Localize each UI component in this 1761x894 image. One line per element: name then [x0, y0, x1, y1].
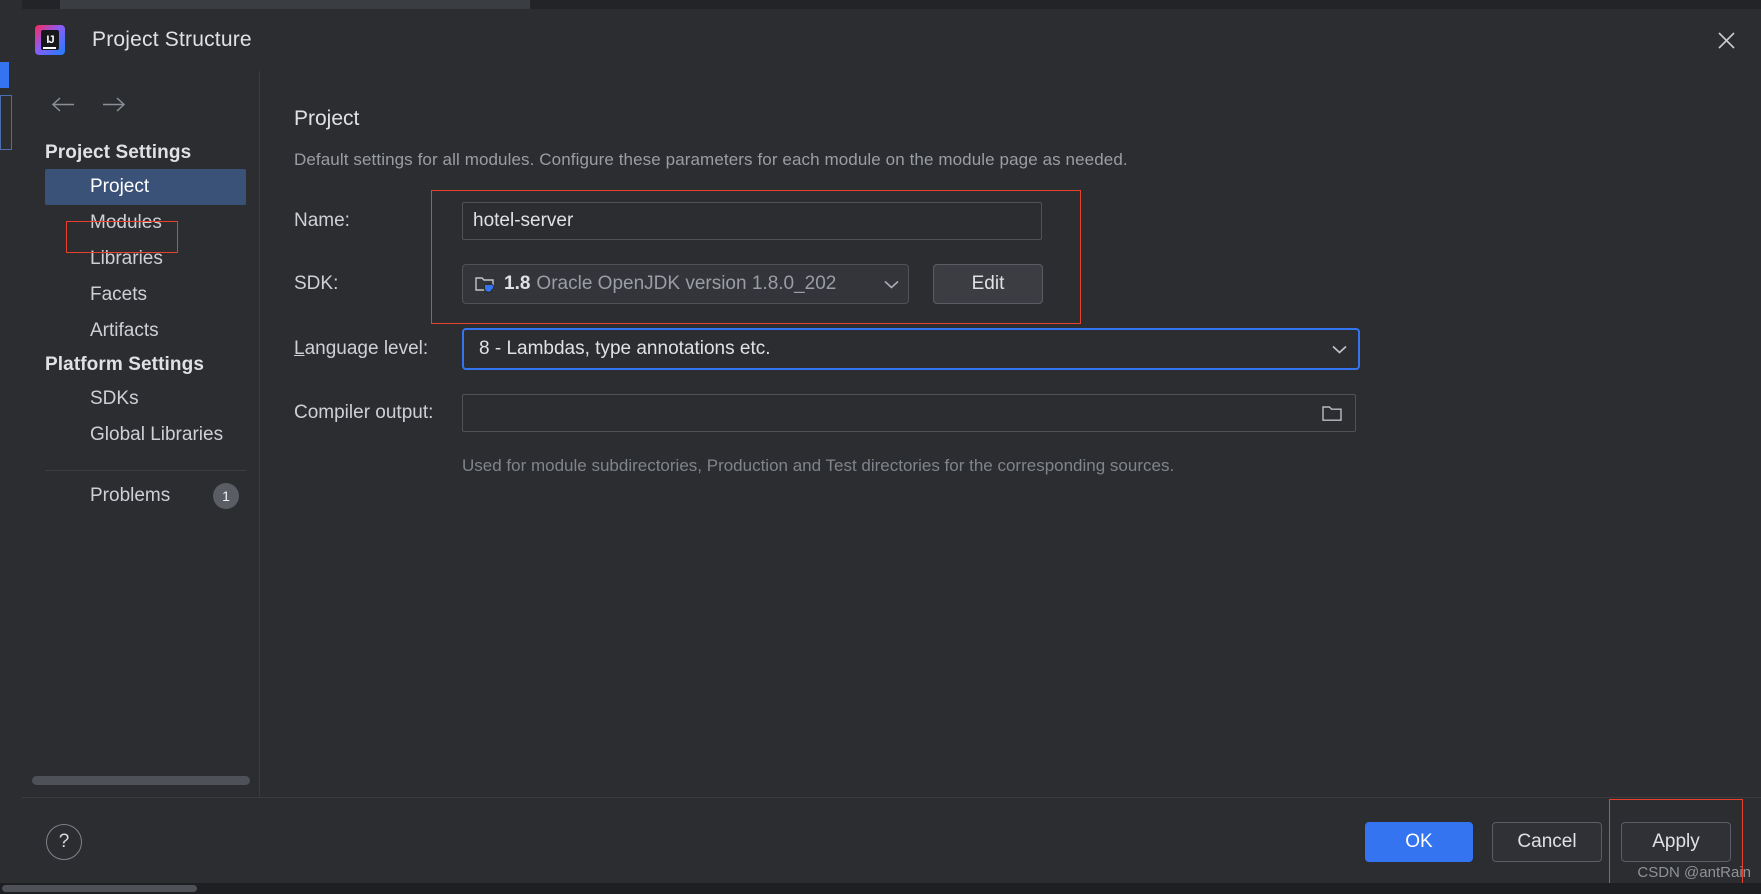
project-form: Name: hotel-server SDK: 1.8 Oracle OpenJ…	[294, 190, 1761, 476]
sidebar-item-project[interactable]: Project	[45, 169, 246, 205]
intellij-logo-icon: IJ	[35, 25, 65, 55]
cancel-button[interactable]: Cancel	[1492, 821, 1602, 862]
sidebar-item-global-libraries[interactable]: Global Libraries	[22, 417, 259, 453]
sdk-description: Oracle OpenJDK version 1.8.0_202	[536, 273, 837, 294]
sidebar-item-modules[interactable]: Modules	[22, 205, 259, 241]
nav-group-project-settings: Project Settings	[45, 142, 192, 163]
language-level-label-rest: anguage level:	[304, 338, 429, 359]
sidebar-item-artifacts[interactable]: Artifacts	[22, 313, 259, 349]
sidebar-item-sdks[interactable]: SDKs	[22, 381, 259, 417]
name-input-value: hotel-server	[473, 210, 574, 231]
scrollbar-thumb[interactable]	[2, 885, 197, 892]
name-input[interactable]: hotel-server	[462, 202, 1042, 240]
dialog-title: Project Structure	[92, 28, 252, 51]
navigation-arrows	[22, 71, 259, 117]
sdk-version: 1.8	[504, 273, 531, 294]
sidebar-item-libraries[interactable]: Libraries	[22, 241, 259, 277]
close-icon[interactable]	[1709, 23, 1743, 57]
compiler-output-label: Compiler output:	[294, 402, 434, 423]
scrollbar-thumb[interactable]	[32, 776, 250, 785]
dialog-footer: ? OK Cancel Apply CSDN @antRain	[22, 797, 1761, 885]
ok-button[interactable]: OK	[1365, 821, 1473, 862]
language-level-dropdown[interactable]: 8 - Lambdas, type annotations etc.	[462, 328, 1360, 370]
folder-icon[interactable]	[1317, 399, 1347, 427]
footer-actions: OK Cancel Apply	[1365, 798, 1743, 884]
page-description: Default settings for all modules. Config…	[294, 150, 1128, 169]
form-row-name: Name: hotel-server	[294, 202, 1761, 240]
editor-accent-bar	[0, 62, 9, 88]
watermark: CSDN @antRain	[1637, 864, 1751, 881]
sidebar-item-problems[interactable]: Problems 1	[22, 471, 259, 509]
chevron-down-icon[interactable]	[1331, 344, 1348, 355]
compiler-output-hint: Used for module subdirectories, Producti…	[462, 456, 1175, 475]
edit-sdk-button[interactable]: Edit	[933, 264, 1043, 304]
settings-sidebar: Project Settings Project Modules Librari…	[22, 71, 260, 797]
dialog-body: Project Settings Project Modules Librari…	[22, 71, 1761, 797]
screen: IJ Project Structure Project Settings Pr…	[0, 0, 1761, 894]
problems-count-badge: 1	[213, 483, 239, 509]
form-row-sdk: SDK: 1.8 Oracle OpenJDK version 1.8.0_20…	[294, 264, 1761, 304]
sidebar-horizontal-scrollbar[interactable]	[32, 776, 250, 785]
problems-label: Problems	[90, 485, 171, 506]
logo-mark: IJ	[46, 34, 54, 46]
editor-side-badge	[0, 95, 12, 150]
arrow-right-icon[interactable]	[100, 91, 126, 117]
nav-group-platform-settings: Platform Settings	[45, 354, 204, 375]
desktop-top-sliver	[60, 0, 530, 9]
compiler-output-input[interactable]	[462, 394, 1356, 432]
help-icon[interactable]: ?	[46, 823, 82, 860]
dialog-titlebar: IJ Project Structure	[22, 9, 1761, 71]
chevron-down-icon[interactable]	[883, 279, 900, 290]
arrow-left-icon[interactable]	[50, 91, 76, 117]
name-label: Name:	[294, 210, 350, 231]
form-row-language-level: Language level: 8 - Lambdas, type annota…	[294, 328, 1761, 370]
sdk-label: SDK:	[294, 273, 339, 294]
page-title: Project	[294, 107, 360, 130]
sdk-dropdown[interactable]: 1.8 Oracle OpenJDK version 1.8.0_202	[462, 264, 909, 304]
jdk-folder-icon	[475, 274, 497, 294]
sidebar-item-facets[interactable]: Facets	[22, 277, 259, 313]
settings-nav-list: Project Settings Project Modules Librari…	[22, 137, 259, 509]
apply-button[interactable]: Apply	[1621, 821, 1731, 862]
language-level-mnemonic: L	[294, 338, 305, 359]
logo-underline	[43, 47, 56, 49]
project-structure-dialog: IJ Project Structure Project Settings Pr…	[22, 9, 1761, 885]
form-row-compiler-output: Compiler output:	[294, 394, 1761, 432]
language-level-value: 8 - Lambdas, type annotations etc.	[479, 338, 771, 359]
apply-button-wrapper: Apply	[1609, 798, 1743, 884]
editor-horizontal-scrollbar[interactable]	[0, 883, 1761, 894]
project-settings-panel: Project Default settings for all modules…	[260, 71, 1761, 797]
language-level-label: Language level:	[294, 338, 462, 360]
